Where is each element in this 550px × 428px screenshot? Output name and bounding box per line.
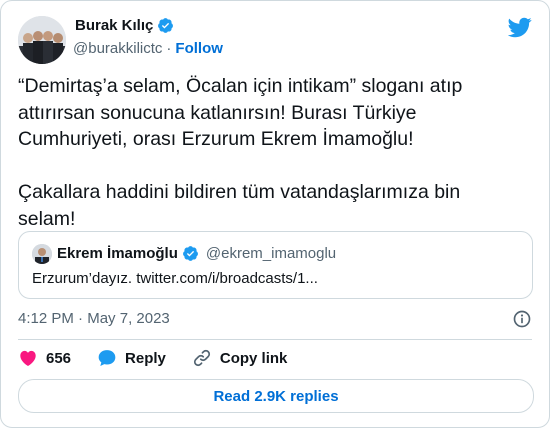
tweet-time: 4:12 PM <box>18 310 74 327</box>
author-avatar[interactable] <box>18 16 66 64</box>
tweet-card: Burak Kılıç @burakkilictc · Follow “Demi… <box>0 0 550 428</box>
reply-button[interactable]: Reply <box>97 348 166 368</box>
read-replies-button[interactable]: Read 2.9K replies <box>18 379 534 413</box>
follow-button[interactable]: Follow <box>175 40 223 57</box>
tweet-text: “Demirtaş’a selam, Öcalan için intikam” … <box>18 75 463 230</box>
divider <box>18 339 532 340</box>
quoted-author-row: Ekrem İmamoğlu @ekrem_imamoglu <box>57 245 336 262</box>
dot-separator: · <box>78 310 84 327</box>
copy-link-label: Copy link <box>219 349 288 367</box>
author-handle[interactable]: @burakkilictc <box>73 40 162 57</box>
tweet-timestamp[interactable]: 4:12 PM · May 7, 2023 <box>18 310 170 327</box>
reply-bubble-icon <box>98 350 116 366</box>
like-button[interactable]: 656 <box>18 348 71 368</box>
info-icon[interactable] <box>512 309 532 329</box>
action-bar: 656 Reply Copy link <box>18 348 313 368</box>
tweet-date: May 7, 2023 <box>87 310 170 327</box>
quoted-author-avatar[interactable] <box>32 244 52 264</box>
copy-link-button[interactable]: Copy link <box>192 348 288 368</box>
dot-separator: · <box>166 40 172 57</box>
quoted-author-name[interactable]: Ekrem İmamoğlu <box>57 245 178 262</box>
heart-icon <box>20 350 36 366</box>
like-count: 656 <box>46 349 72 367</box>
quoted-tweet-text: Erzurum’dayız. twitter.com/i/broadcasts/… <box>32 270 318 287</box>
twitter-bird-icon[interactable] <box>508 15 532 39</box>
author-handle-row: @burakkilictc · Follow <box>73 40 223 57</box>
author-name-row: Burak Kılıç <box>75 17 174 34</box>
author-name[interactable]: Burak Kılıç <box>75 17 153 34</box>
quoted-tweet[interactable]: Ekrem İmamoğlu @ekrem_imamoglu Erzurum’d… <box>18 231 533 299</box>
quoted-author-handle: @ekrem_imamoglu <box>205 245 337 262</box>
link-icon <box>193 349 210 367</box>
verified-icon <box>182 246 198 261</box>
verified-icon <box>158 18 174 33</box>
reply-label: Reply <box>125 349 166 367</box>
